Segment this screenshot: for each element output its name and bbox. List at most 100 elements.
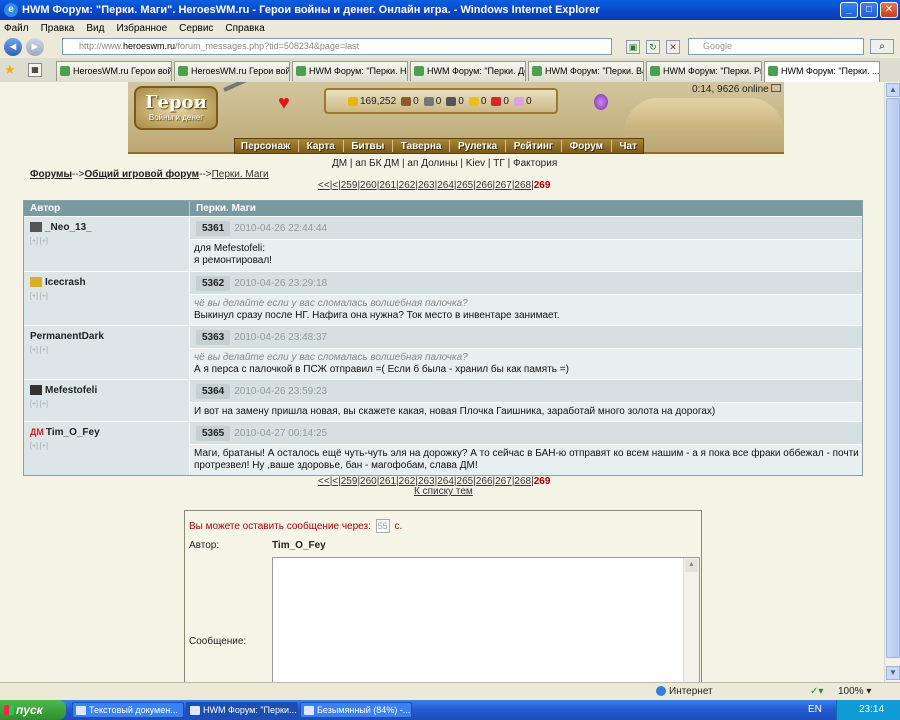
zoom-level[interactable]: 100% ▾: [838, 686, 871, 697]
protected-mode-icon[interactable]: ✓▾: [810, 686, 823, 697]
pager-first[interactable]: <<: [318, 476, 330, 487]
message-textarea[interactable]: [272, 557, 700, 682]
nav-character[interactable]: Персонаж: [237, 141, 294, 152]
gold-icon: [348, 96, 358, 106]
pager-page[interactable]: 262: [399, 476, 416, 487]
post-header: 5362 2010-04-26 23:29:18: [190, 272, 862, 295]
refresh-icon[interactable]: ↻: [646, 40, 660, 54]
pager-page[interactable]: 267: [495, 180, 512, 191]
tab-6[interactable]: HWM Форум: "Перки. Ры...: [646, 61, 762, 81]
nav-roulette[interactable]: Рулетка: [454, 141, 501, 152]
page-scrollbar[interactable]: ▲ ▼: [884, 82, 900, 682]
favorites-star-icon[interactable]: ★: [4, 62, 16, 78]
wood-icon: [401, 96, 412, 106]
search-input[interactable]: Google: [688, 38, 864, 55]
tab-1[interactable]: HeroesWM.ru Герои войн...: [56, 61, 172, 81]
stop-icon[interactable]: ✕: [666, 40, 680, 54]
game-logo[interactable]: Герои Войны и денег: [134, 86, 218, 130]
gems-icon: [513, 96, 524, 106]
scroll-down-icon[interactable]: ▼: [886, 666, 900, 680]
maximize-button[interactable]: □: [860, 2, 878, 18]
nav-chat[interactable]: Чат: [616, 141, 642, 152]
start-button[interactable]: пуск: [0, 700, 66, 720]
task-notepad[interactable]: Текстовый докумен...: [72, 702, 184, 718]
pager-page[interactable]: 266: [476, 476, 493, 487]
pager-page[interactable]: 266: [476, 180, 493, 191]
tab-7-active[interactable]: HWM Форум: "Перки. ...: [764, 61, 880, 82]
col-author: Автор: [24, 201, 190, 216]
post-text: А я перса с палочкой в ПСЖ отправил =( Е…: [194, 364, 569, 375]
post-date: 2010-04-26 22:44:44: [234, 223, 328, 234]
nav-battles[interactable]: Битвы: [347, 141, 388, 152]
clock[interactable]: 23:14: [859, 704, 884, 715]
pager-page[interactable]: 267: [495, 476, 512, 487]
menu-file[interactable]: Файл: [4, 23, 29, 34]
search-icon[interactable]: ⌕: [870, 39, 894, 54]
post-number[interactable]: 5363: [196, 330, 231, 345]
page-content: Герои Войны и денег ♥ 169,252 0 0 0 0 0 …: [0, 82, 884, 682]
task-paint[interactable]: Безымянный (84%) -...: [300, 702, 412, 718]
pager-page[interactable]: 263: [418, 180, 435, 191]
post-header: 5365 2010-04-27 00:14:25: [190, 422, 862, 445]
language-indicator[interactable]: EN: [808, 704, 822, 715]
post-number[interactable]: 5361: [196, 221, 231, 236]
menu-view[interactable]: Вид: [86, 23, 104, 34]
nav-tavern[interactable]: Таверна: [397, 141, 446, 152]
pager-page[interactable]: 264: [437, 180, 454, 191]
forward-button[interactable]: ►: [26, 38, 44, 56]
task-ie[interactable]: HWM Форум: "Перки...: [186, 702, 298, 718]
pager-page[interactable]: 259: [341, 476, 358, 487]
pager-page[interactable]: 268: [514, 476, 531, 487]
quick-tabs-icon[interactable]: ▦: [28, 63, 42, 77]
pager-page[interactable]: 261: [379, 180, 396, 191]
post-header: 5364 2010-04-26 23:59:23: [190, 380, 862, 403]
menu-tools[interactable]: Сервис: [179, 23, 213, 34]
pager-page[interactable]: 262: [399, 180, 416, 191]
breadcrumb-general[interactable]: Общий игровой форум: [85, 169, 200, 180]
minimize-button[interactable]: _: [840, 2, 858, 18]
online-counter: 0:14, 9626 online: [692, 84, 781, 95]
tab-3[interactable]: HWM Форум: "Перки. Нек...: [292, 61, 408, 81]
breadcrumb-topic[interactable]: Перки. Маги: [212, 169, 269, 180]
pager-page[interactable]: 260: [360, 476, 377, 487]
author-name[interactable]: Icecrash: [45, 277, 86, 288]
pager-page[interactable]: 265: [457, 180, 474, 191]
breadcrumb-forums[interactable]: Форумы: [30, 169, 72, 180]
author-name[interactable]: Tim_O_Fey: [46, 427, 100, 438]
scroll-thumb[interactable]: [886, 98, 900, 658]
close-button[interactable]: ✕: [880, 2, 898, 18]
back-to-topics-link[interactable]: К списку тем: [414, 486, 473, 497]
pager-page[interactable]: 268: [514, 180, 531, 191]
post-number[interactable]: 5365: [196, 426, 231, 441]
menu-edit[interactable]: Правка: [41, 23, 75, 34]
pager-first[interactable]: <<: [318, 180, 330, 191]
address-bar: ◄ ► http://www.heroeswm.ru/forum_message…: [0, 36, 900, 58]
nav-rating[interactable]: Рейтинг: [510, 141, 557, 152]
nav-forum[interactable]: Форум: [566, 141, 607, 152]
scroll-up-icon[interactable]: ▲: [886, 83, 900, 97]
tab-5[interactable]: HWM Форум: "Перки. Вар...: [528, 61, 644, 81]
menu-favorites[interactable]: Избранное: [116, 23, 167, 34]
tab-4[interactable]: HWM Форум: "Перки. Де...: [410, 61, 526, 81]
back-button[interactable]: ◄: [4, 38, 22, 56]
post-number[interactable]: 5364: [196, 384, 231, 399]
pager-page[interactable]: 261: [379, 476, 396, 487]
clan-icon: [30, 385, 42, 396]
menu-help[interactable]: Справка: [225, 23, 264, 34]
tab-favicon-icon: [60, 66, 70, 76]
breadcrumb: Форумы-->Общий игровой форум-->Перки. Ма…: [30, 169, 269, 180]
pager-page[interactable]: 259: [341, 180, 358, 191]
pager-page[interactable]: 260: [360, 180, 377, 191]
address-input[interactable]: http://www.heroeswm.ru/forum_messages.ph…: [62, 38, 612, 55]
author-name[interactable]: _Neo_13_: [45, 222, 92, 233]
compat-view-icon[interactable]: ▣: [626, 40, 640, 54]
author-name[interactable]: PermanentDark: [30, 331, 104, 342]
nav-map[interactable]: Карта: [303, 141, 339, 152]
tab-2[interactable]: HeroesWM.ru Герои войн...: [174, 61, 290, 81]
scroll-up-icon[interactable]: ▲: [685, 559, 698, 572]
textarea-scrollbar[interactable]: ▲: [683, 558, 699, 682]
author-name[interactable]: Mefestofeli: [45, 385, 97, 396]
post-number[interactable]: 5362: [196, 276, 231, 291]
tab-favicon-icon: [296, 66, 306, 76]
post-body: Маги, братаны! А осталось ещё чуть-чуть …: [190, 445, 862, 475]
